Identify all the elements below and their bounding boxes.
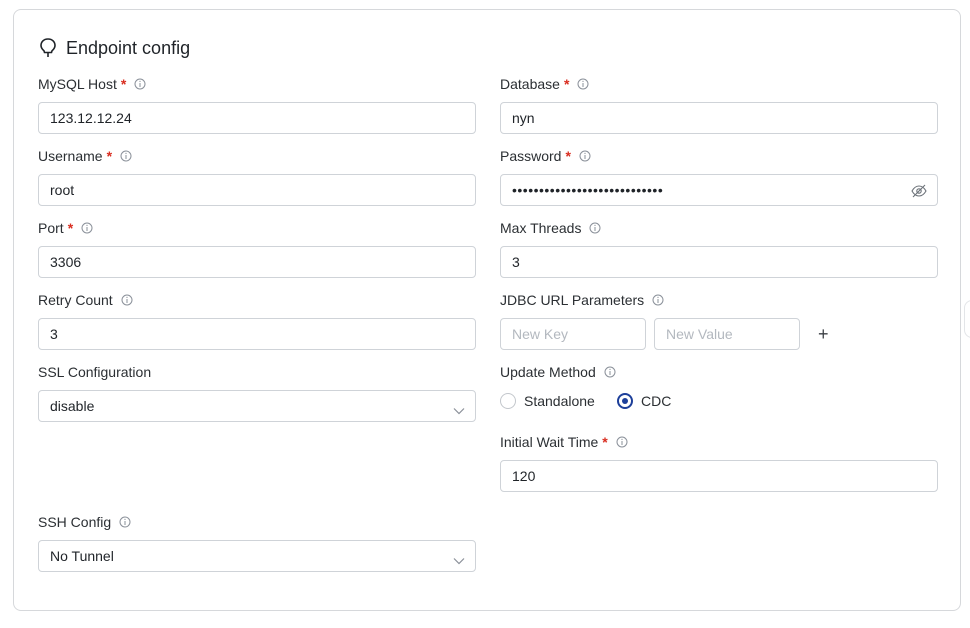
radio-standalone[interactable]: Standalone [500, 393, 595, 409]
chevron-down-icon [453, 402, 465, 418]
mysql-host-input[interactable]: 123.12.12.24 [38, 102, 476, 134]
jdbc-params-label-text: JDBC URL Parameters [500, 292, 645, 308]
retry-count-input[interactable]: 3 [38, 318, 476, 350]
database-label-text: Database [500, 76, 560, 92]
required-marker: * [565, 148, 571, 164]
jdbc-value-input[interactable]: New Value [654, 318, 800, 350]
radio-button-selected[interactable] [617, 393, 633, 409]
max-threads-label-text: Max Threads [500, 220, 582, 236]
info-icon[interactable] [652, 294, 664, 306]
port-label-text: Port [38, 220, 64, 236]
initial-wait-label-text: Initial Wait Time [500, 434, 599, 450]
info-icon[interactable] [616, 436, 628, 448]
ssl-config-value: disable [50, 398, 95, 414]
username-label: Username * [38, 146, 132, 166]
required-marker: * [120, 76, 127, 92]
info-icon[interactable] [579, 150, 591, 162]
password-value: •••••••••••••••••••••••••••• [512, 182, 664, 198]
port-label: Port * [38, 218, 93, 238]
endpoint-config-card [13, 9, 961, 611]
card-title-text: Endpoint config [66, 37, 191, 58]
max-threads-input[interactable]: 3 [500, 246, 938, 278]
add-param-button[interactable]: + [818, 325, 829, 343]
retry-count-label-text: Retry Count [38, 292, 113, 308]
mysql-host-label: MySQL Host * [38, 74, 146, 94]
required-marker: * [106, 148, 113, 164]
required-marker: * [67, 220, 74, 236]
initial-wait-label: Initial Wait Time * [500, 432, 628, 452]
port-input[interactable]: 3306 [38, 246, 476, 278]
radio-button[interactable] [500, 393, 516, 409]
required-marker: * [602, 434, 608, 450]
info-icon[interactable] [134, 78, 146, 90]
info-icon[interactable] [81, 222, 93, 234]
lightbulb-icon [38, 37, 58, 59]
ssl-config-label-text: SSL Configuration [38, 364, 152, 380]
radio-label: CDC [641, 393, 672, 409]
initial-wait-input[interactable]: 120 [500, 460, 938, 492]
eye-off-icon[interactable] [911, 184, 927, 201]
password-input[interactable]: •••••••••••••••••••••••••••• [500, 174, 938, 206]
ssh-config-label-text: SSH Config [38, 514, 112, 530]
mysql-host-label-text: MySQL Host [38, 76, 117, 92]
side-panel-handle[interactable] [964, 300, 970, 338]
password-label-text: Password [500, 148, 562, 164]
ssl-config-label: SSL Configuration [38, 362, 151, 382]
info-icon[interactable] [119, 516, 131, 528]
radio-label: Standalone [524, 393, 595, 409]
update-method-label-text: Update Method [500, 364, 596, 380]
info-icon[interactable] [604, 366, 616, 378]
database-label: Database * [500, 74, 589, 94]
ssh-config-label: SSH Config [38, 512, 131, 532]
password-label: Password * [500, 146, 591, 166]
info-icon[interactable] [120, 150, 132, 162]
ssh-config-select[interactable]: No Tunnel [38, 540, 476, 572]
card-title: Endpoint config [38, 36, 190, 60]
ssh-config-value: No Tunnel [50, 548, 114, 564]
username-label-text: Username [38, 148, 103, 164]
username-input[interactable]: root [38, 174, 476, 206]
chevron-down-icon [453, 552, 465, 568]
info-icon[interactable] [589, 222, 601, 234]
info-icon[interactable] [121, 294, 133, 306]
max-threads-label: Max Threads [500, 218, 601, 238]
jdbc-params-label: JDBC URL Parameters [500, 290, 664, 310]
update-method-label: Update Method [500, 362, 616, 382]
radio-cdc[interactable]: CDC [617, 393, 671, 409]
required-marker: * [563, 76, 570, 92]
ssl-config-select[interactable]: disable [38, 390, 476, 422]
jdbc-key-input[interactable]: New Key [500, 318, 646, 350]
info-icon[interactable] [577, 78, 589, 90]
database-input[interactable]: nyn [500, 102, 938, 134]
retry-count-label: Retry Count [38, 290, 133, 310]
